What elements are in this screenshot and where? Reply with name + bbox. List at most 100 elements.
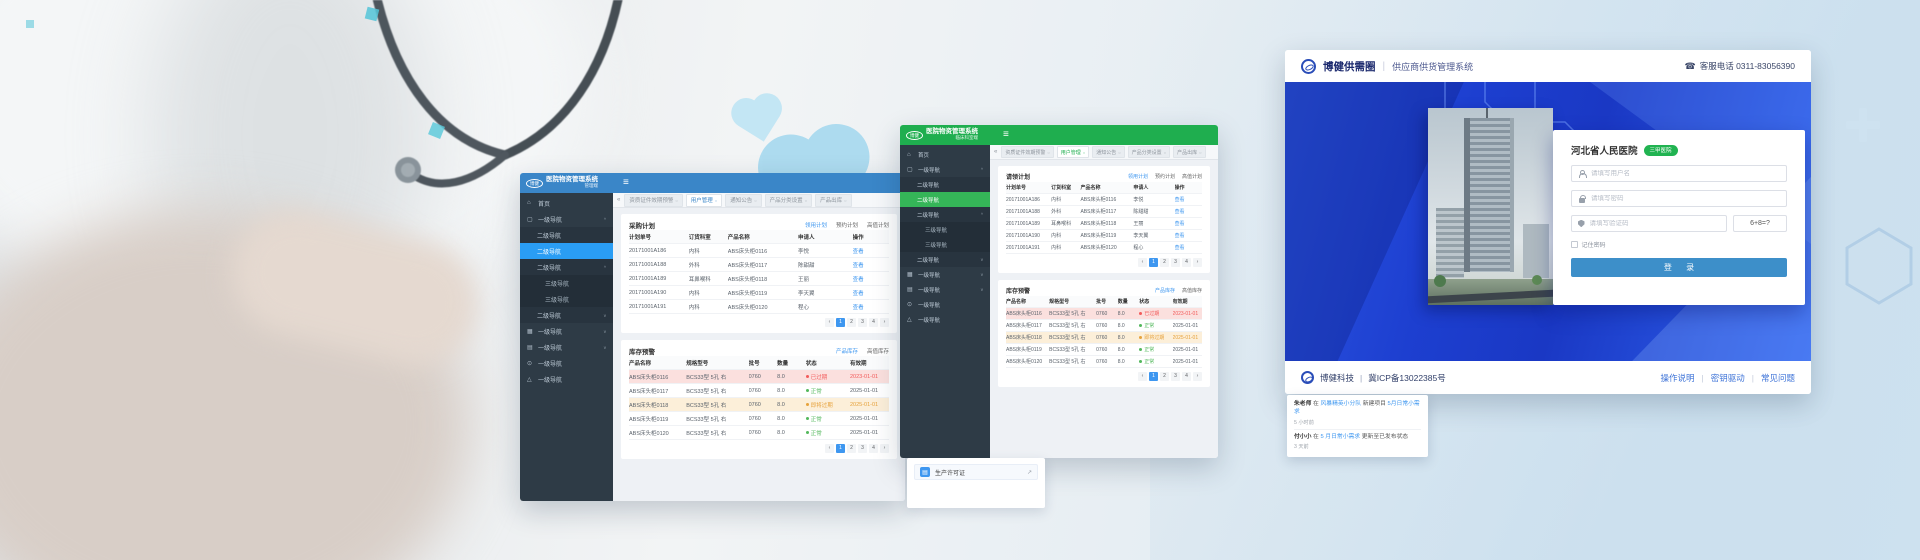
page-button[interactable]: 3 [1171,372,1180,381]
captcha-question[interactable]: 6+8=? [1733,215,1787,232]
tab-close-icon[interactable]: ○ [754,198,756,203]
sidebar-item-nav2[interactable]: 二级导航v [900,252,990,267]
tab-close-icon[interactable]: ○ [675,198,677,203]
sidebar-item-nav2-active[interactable]: 二级导航 [900,192,990,207]
sidebar-item-nav1[interactable]: ▢一级导航^ [520,211,613,227]
tab-close-icon[interactable]: ○ [805,198,807,203]
sidebar-item-nav3[interactable]: 三级导航 [520,275,613,291]
tab-cert-warning[interactable]: 资质证件效期预警○ [624,194,682,207]
sidebar-item-nav1[interactable]: △一级导航 [520,371,613,387]
notification-link[interactable]: 风暴精英小分队 [1320,401,1361,407]
sidebar-item-nav1[interactable]: ▢一级导航^ [900,162,990,177]
page-button[interactable]: 4 [869,318,878,327]
plan-link-use[interactable]: 领用计划 [805,221,827,229]
sidebar-item-nav1[interactable]: ▤一级导航v [520,339,613,355]
plan-link-highvalue[interactable]: 高值计划 [867,221,889,229]
page-button[interactable]: 2 [1160,372,1169,381]
plan-link-highvalue[interactable]: 高值计划 [1182,173,1202,180]
sidebar-item-nav2[interactable]: 二级导航^ [900,207,990,222]
page-button[interactable]: 4 [1182,372,1191,381]
tab-notices[interactable]: 通知公告○ [1092,146,1124,158]
stock-link-product[interactable]: 产品库存 [1155,287,1175,294]
next-page-button[interactable]: › [1193,258,1202,267]
page-button[interactable]: 3 [858,318,867,327]
page-button[interactable]: 2 [847,318,856,327]
sidebar-item-nav3[interactable]: 三级导航 [900,237,990,252]
certificate-item[interactable]: ▤ 生产许可证 ↗ [914,464,1038,480]
view-link[interactable]: 查看 [853,247,889,255]
page-button[interactable]: 3 [1171,258,1180,267]
page-button[interactable]: 1 [836,444,845,453]
prev-page-button[interactable]: ‹ [825,318,834,327]
page-button[interactable]: 1 [1149,258,1158,267]
sidebar-item-nav1[interactable]: △一级导航 [900,312,990,327]
sidebar-item-nav1[interactable]: ▦一级导航v [520,323,613,339]
tab-user-management[interactable]: 用户管理○ [1057,146,1089,158]
sidebar-item-nav1[interactable]: ⊙一级导航 [900,297,990,312]
tab-close-icon[interactable]: ○ [1118,150,1120,155]
view-link[interactable]: 查看 [1175,220,1202,227]
sidebar-item-nav3[interactable]: 三级导航 [900,222,990,237]
menu-toggle-icon[interactable]: ≡ [1003,130,1009,140]
view-link[interactable]: 查看 [853,275,889,283]
tab-close-icon[interactable]: ○ [844,198,846,203]
next-page-button[interactable]: › [880,318,889,327]
tab-product-outbound[interactable]: 产品出库○ [1173,146,1205,158]
page-button[interactable]: 1 [1149,372,1158,381]
sidebar-item-nav2[interactable]: 二级导航v [520,307,613,323]
prev-page-button[interactable]: ‹ [1138,372,1147,381]
sidebar-item-nav2[interactable]: 二级导航^ [520,259,613,275]
tab-category-settings[interactable]: 产品分类设置○ [1128,146,1170,158]
page-button[interactable]: 2 [847,444,856,453]
next-page-button[interactable]: › [880,444,889,453]
view-link[interactable]: 查看 [853,261,889,269]
password-input[interactable] [1591,195,1780,202]
tab-close-icon[interactable]: ○ [1047,150,1049,155]
footer-link-faq[interactable]: 常见问题 [1761,372,1795,384]
remember-checkbox[interactable] [1571,241,1578,248]
username-input[interactable] [1591,170,1780,177]
sidebar-item-nav1[interactable]: ⊙一级导航 [520,355,613,371]
tab-category-settings[interactable]: 产品分类设置○ [765,194,812,207]
tabs-collapse-icon[interactable]: « [617,197,620,203]
tab-user-management[interactable]: 用户管理○ [686,194,722,207]
page-button[interactable]: 4 [1182,258,1191,267]
sidebar-item-home[interactable]: ⌂首页 [900,147,990,162]
sidebar-item-nav2-active[interactable]: 二级导航 [520,243,613,259]
view-link[interactable]: 查看 [1175,244,1202,251]
tabs-collapse-icon[interactable]: « [994,149,997,155]
plan-link-reserve[interactable]: 预约计划 [836,221,858,229]
sidebar-item-nav3[interactable]: 三级导航 [520,291,613,307]
notification-link[interactable]: 5 月日常小需求 [1320,434,1360,440]
page-button[interactable]: 4 [869,444,878,453]
tab-cert-warning[interactable]: 资质证件效期预警○ [1001,146,1053,158]
login-button[interactable]: 登 录 [1571,258,1787,277]
stock-link-highvalue[interactable]: 高值库存 [1182,287,1202,294]
view-link[interactable]: 查看 [1175,232,1202,239]
sidebar-item-nav2[interactable]: 二级导航 [900,177,990,192]
stock-link-highvalue[interactable]: 高值库存 [867,347,889,355]
tab-notices[interactable]: 通知公告○ [725,194,761,207]
stock-link-product[interactable]: 产品库存 [836,347,858,355]
footer-link-keydriver[interactable]: 密钥驱动 [1711,372,1745,384]
page-button[interactable]: 2 [1160,258,1169,267]
view-link[interactable]: 查看 [1175,208,1202,215]
view-link[interactable]: 查看 [1175,196,1202,203]
tab-close-icon[interactable]: ○ [1164,150,1166,155]
sidebar-item-nav1[interactable]: ▤一级导航v [900,282,990,297]
tab-close-icon[interactable]: ○ [715,198,717,203]
prev-page-button[interactable]: ‹ [825,444,834,453]
prev-page-button[interactable]: ‹ [1138,258,1147,267]
plan-link-reserve[interactable]: 预约计划 [1155,173,1175,180]
sidebar-item-nav1[interactable]: ▦一级导航v [900,267,990,282]
menu-toggle-icon[interactable]: ≡ [623,178,629,188]
next-page-button[interactable]: › [1193,372,1202,381]
expand-icon[interactable]: ↗ [1027,469,1032,476]
page-button[interactable]: 1 [836,318,845,327]
sidebar-item-home[interactable]: ⌂首页 [520,195,613,211]
sidebar-item-nav2[interactable]: 二级导航 [520,227,613,243]
view-link[interactable]: 查看 [853,289,889,297]
tab-product-outbound[interactable]: 产品出库○ [815,194,851,207]
tab-close-icon[interactable]: ○ [1199,150,1201,155]
footer-link-manual[interactable]: 操作说明 [1661,372,1695,384]
